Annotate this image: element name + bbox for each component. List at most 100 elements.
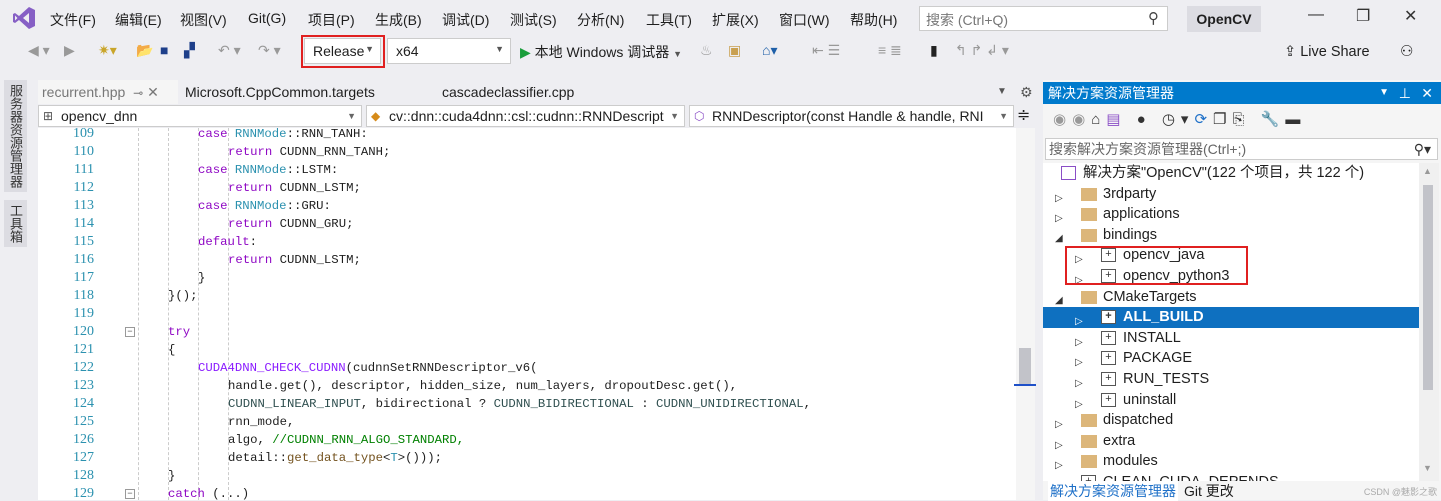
- fold-toggle-icon[interactable]: −: [125, 327, 135, 337]
- menu-item[interactable]: 帮助(H): [850, 10, 897, 30]
- comment-icon[interactable]: ≡ ≣: [878, 42, 902, 59]
- menu-item[interactable]: 生成(B): [375, 10, 422, 30]
- code-line: 123 handle.get(), descriptor, hidden_size…: [38, 377, 1016, 395]
- hot-reload-icon[interactable]: ♨: [700, 42, 713, 59]
- tab-solution-explorer[interactable]: 解决方案资源管理器: [1048, 481, 1178, 501]
- tree-item[interactable]: ▷ + RUN_TESTS: [1043, 369, 1419, 390]
- start-debugging-button[interactable]: ▶ 本地 Windows 调试器 ▼: [520, 42, 682, 62]
- menu-item[interactable]: 调试(D): [442, 10, 489, 30]
- tree-item[interactable]: ◢ bindings: [1043, 225, 1419, 246]
- menu-item[interactable]: 扩展(X): [712, 10, 759, 30]
- properties-icon[interactable]: 🔧: [1261, 111, 1286, 128]
- globe-icon[interactable]: ●: [1137, 111, 1152, 128]
- tree-item[interactable]: 解决方案"OpenCV"(122 个项目，共 122 个): [1043, 163, 1419, 184]
- tree-item[interactable]: ▷ applications: [1043, 204, 1419, 225]
- minimize-icon[interactable]: —: [1308, 6, 1324, 24]
- find-in-files-icon[interactable]: ▣: [728, 42, 741, 59]
- solution-search-input[interactable]: 搜索解决方案资源管理器(Ctrl+;) ⚲▾: [1045, 138, 1438, 160]
- fold-toggle-icon[interactable]: −: [125, 489, 135, 499]
- scrollbar-thumb[interactable]: [1423, 185, 1433, 390]
- toolbox-tab[interactable]: 工具箱: [4, 200, 27, 247]
- settings-icon[interactable]: ⚙: [1016, 80, 1037, 104]
- close-tab-icon[interactable]: ✕: [147, 84, 159, 100]
- bookmark-nav-icon[interactable]: ↰ ↱ ↲ ▾: [955, 42, 1009, 59]
- refresh-icon[interactable]: ⟳: [1194, 111, 1213, 128]
- scrollbar-thumb[interactable]: [1019, 348, 1031, 384]
- project-icon: ⊞: [43, 109, 54, 123]
- solution-scrollbar[interactable]: ▲ ▼: [1419, 163, 1439, 481]
- folder-icon: [1081, 290, 1097, 304]
- back-icon[interactable]: ◉: [1053, 111, 1072, 128]
- menu-item[interactable]: 测试(S): [510, 10, 557, 30]
- pin-icon[interactable]: ⊸: [133, 86, 143, 100]
- visual-studio-logo[interactable]: [12, 6, 36, 30]
- back-icon[interactable]: ◀ ▾: [28, 42, 50, 59]
- tab-overflow-icon[interactable]: ▼: [993, 80, 1011, 104]
- member-dropdown[interactable]: ⬡ RNNDescriptor(const Handle & handle, RN…: [689, 105, 1014, 127]
- menu-item[interactable]: Git(G): [248, 10, 286, 26]
- project-dropdown[interactable]: ⊞ opencv_dnn ▼: [38, 105, 362, 127]
- code-text: algo, //CUDNN_RNN_ALGO_STANDARD,: [228, 431, 464, 449]
- bookmark-icon[interactable]: ▮: [930, 42, 938, 59]
- switch-views-icon[interactable]: ▤: [1106, 111, 1126, 128]
- code-text: CUDA4DNN_CHECK_CUDNN(cudnnSetRNNDescript…: [198, 359, 537, 377]
- tab-microsoft-cppcommon-targets[interactable]: Microsoft.CppCommon.targets: [181, 80, 379, 104]
- tree-item[interactable]: ▷ + uninstall: [1043, 390, 1419, 411]
- code-token: RNNMode: [234, 128, 287, 141]
- copy-icon[interactable]: ⎘: [1233, 111, 1251, 128]
- code-token: ::RNN_TANH:: [286, 128, 368, 141]
- preview-icon[interactable]: ▬: [1285, 111, 1306, 128]
- code-editor[interactable]: 109 case RNNMode::RNN_TANH: 110 return CUDN…: [38, 128, 1016, 500]
- tree-item[interactable]: ▷ dispatched: [1043, 410, 1419, 431]
- tab-git-changes[interactable]: Git 更改: [1184, 481, 1234, 501]
- tree-item[interactable]: ▷ 3rdparty: [1043, 184, 1419, 205]
- redo-icon[interactable]: ↷ ▾: [258, 42, 281, 59]
- dropdown-icon[interactable]: ▼: [1379, 82, 1389, 104]
- save-icon[interactable]: ■: [160, 42, 168, 58]
- menu-item[interactable]: 文件(F): [50, 10, 96, 30]
- pending-changes-icon[interactable]: ◷▾: [1162, 111, 1195, 128]
- close-icon[interactable]: ✕: [1421, 82, 1433, 104]
- chevron-down-icon: ▼: [495, 44, 504, 54]
- open-file-icon[interactable]: 📂: [136, 42, 153, 59]
- server-explorer-tab[interactable]: 服务器资源管理器: [4, 80, 27, 192]
- undo-icon[interactable]: ↶ ▾: [218, 42, 241, 59]
- save-all-icon[interactable]: ▞: [184, 42, 195, 59]
- collapse-all-icon[interactable]: ❐: [1213, 111, 1232, 128]
- tree-item[interactable]: ▷ + INSTALL: [1043, 328, 1419, 349]
- tree-item[interactable]: ▷ + ALL_BUILD: [1043, 307, 1419, 328]
- home-icon[interactable]: ⌂▾: [762, 42, 777, 59]
- close-icon[interactable]: ✕: [1404, 6, 1417, 26]
- feedback-icon[interactable]: ⚇: [1400, 42, 1413, 60]
- menu-item[interactable]: 分析(N): [577, 10, 624, 30]
- live-share-button[interactable]: ⇪ Live Share: [1284, 44, 1370, 60]
- indent-icon[interactable]: ⇤ ☰: [812, 42, 840, 59]
- menu-item[interactable]: 窗口(W): [779, 10, 830, 30]
- platform-dropdown[interactable]: x64 ▼: [387, 38, 511, 64]
- scroll-up-icon[interactable]: ▲: [1423, 166, 1432, 176]
- menu-item[interactable]: 项目(P): [308, 10, 355, 30]
- forward-icon[interactable]: ▶: [64, 42, 75, 59]
- line-number: 129: [73, 486, 94, 500]
- scroll-down-icon[interactable]: ▼: [1423, 463, 1432, 473]
- scope-dropdown[interactable]: ◆ cv::dnn::cuda4dnn::csl::cudnn::RNNDescr…: [366, 105, 685, 127]
- code-token: CUDNN_LSTM;: [279, 253, 361, 267]
- tab-recurrent-hpp[interactable]: recurrent.hpp ⊸ ✕: [38, 80, 178, 104]
- menu-item[interactable]: 工具(T): [646, 10, 692, 30]
- menu-item[interactable]: 视图(V): [180, 10, 227, 30]
- member-value: RNNDescriptor(const Handle & handle, RNI: [712, 108, 984, 124]
- tab-cascadeclassifier-cpp[interactable]: cascadeclassifier.cpp: [438, 80, 578, 104]
- pin-icon[interactable]: ⊥: [1399, 82, 1411, 104]
- tree-item[interactable]: ▷ extra: [1043, 431, 1419, 452]
- menu-item[interactable]: 编辑(E): [115, 10, 162, 30]
- restore-icon[interactable]: ❐: [1356, 6, 1370, 26]
- search-box[interactable]: 搜索 (Ctrl+Q) ⚲: [919, 6, 1168, 31]
- tree-item[interactable]: ▷ + PACKAGE: [1043, 348, 1419, 369]
- new-project-icon[interactable]: ✷▾: [98, 42, 117, 59]
- home-icon[interactable]: ⌂: [1091, 111, 1106, 128]
- tree-item[interactable]: ◢ CMakeTargets: [1043, 287, 1419, 308]
- tree-item[interactable]: ▷ modules: [1043, 451, 1419, 472]
- forward-icon[interactable]: ◉: [1072, 111, 1091, 128]
- editor-vertical-scrollbar[interactable]: [1016, 128, 1035, 500]
- split-icon[interactable]: ≑: [1017, 105, 1030, 125]
